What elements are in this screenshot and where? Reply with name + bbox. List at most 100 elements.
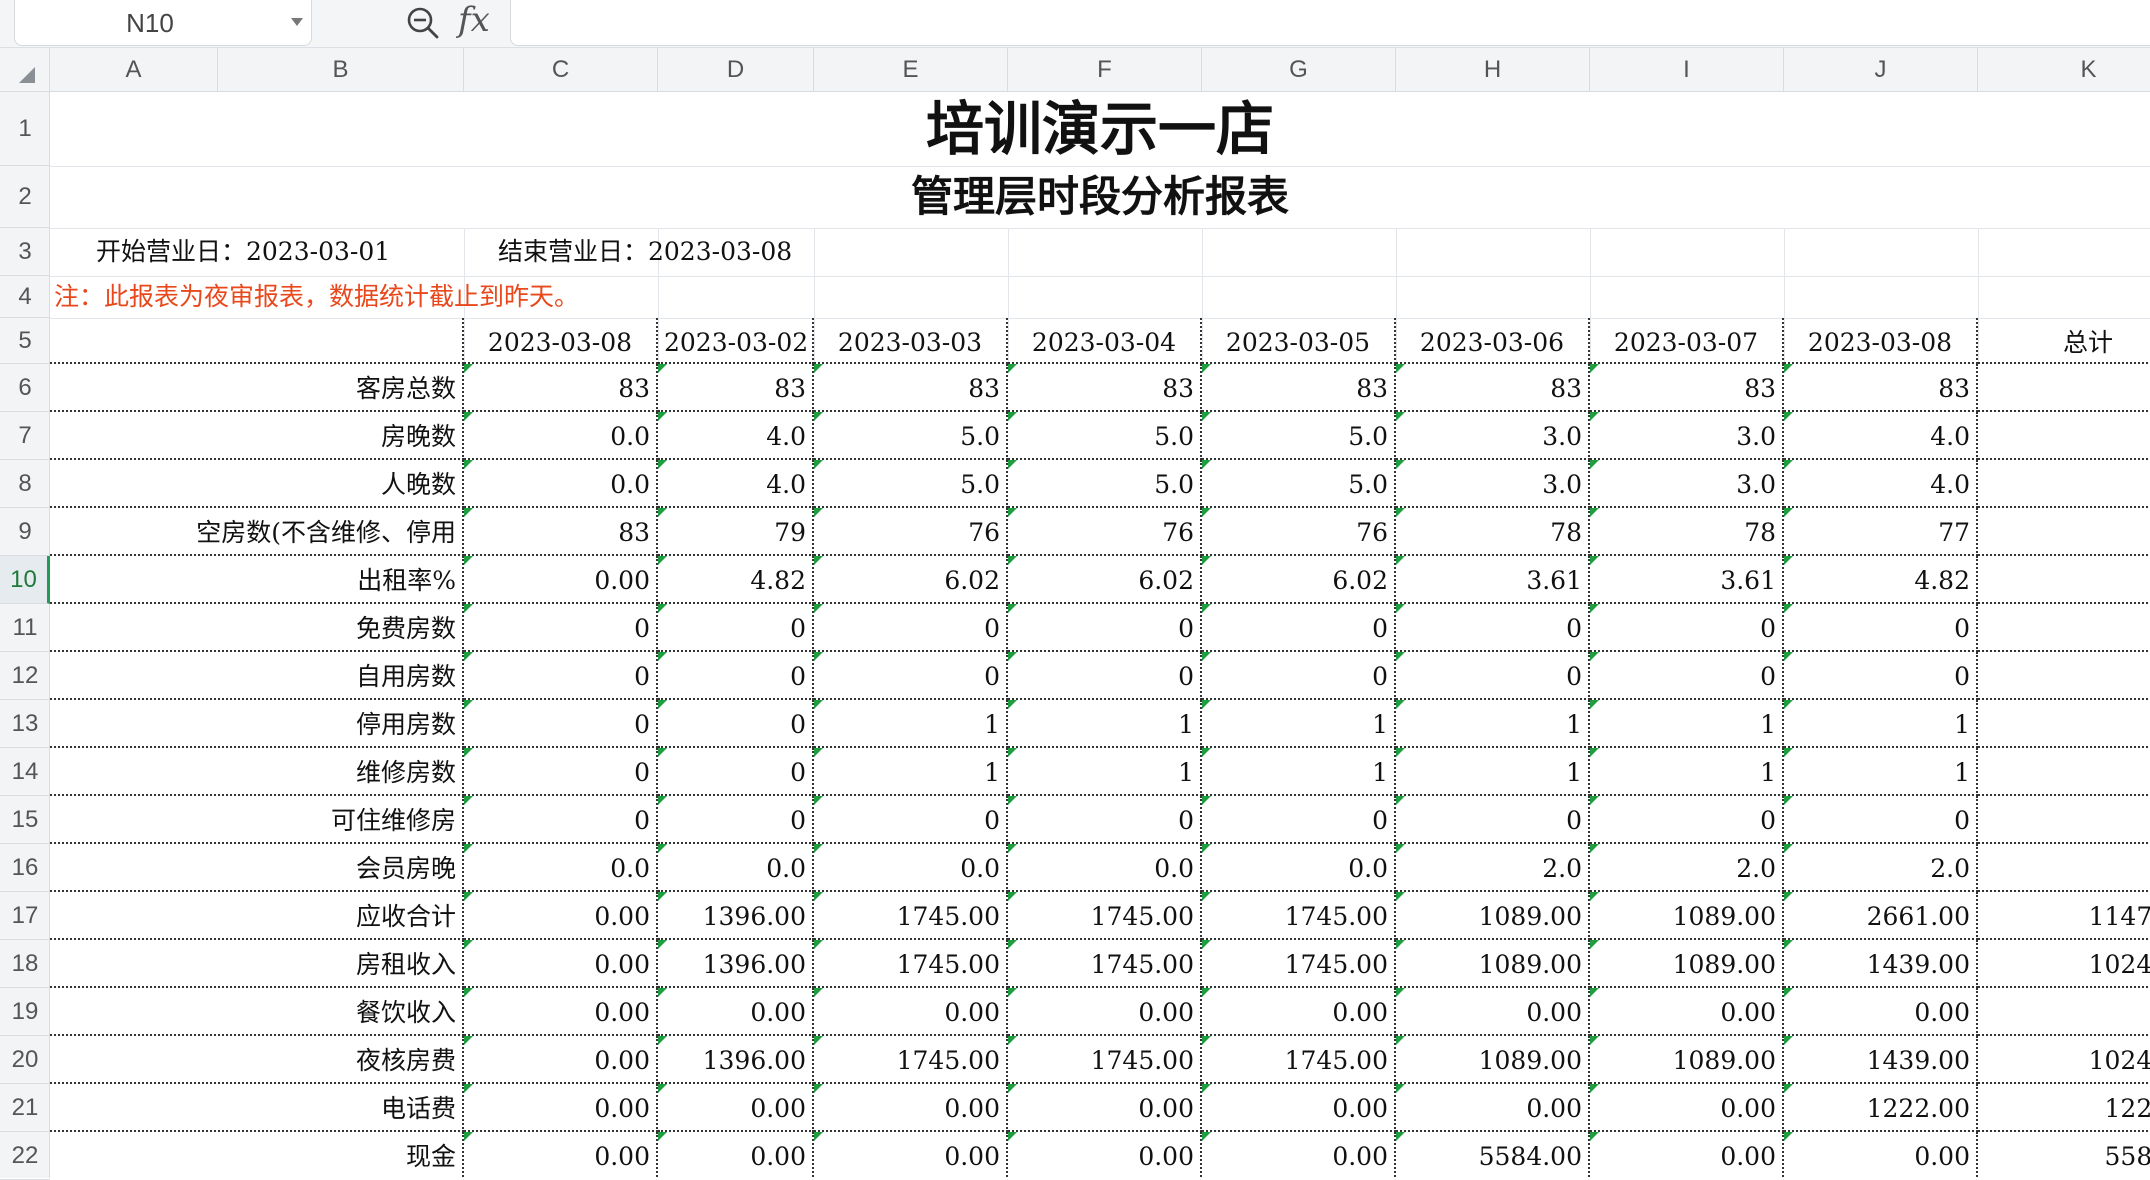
data-cell[interactable]: 0.00 (464, 556, 658, 604)
column-header-i[interactable]: I (1590, 48, 1784, 92)
row-header-1[interactable]: 1 (0, 92, 50, 166)
date-header-cell[interactable]: 2023-03-08 (1784, 318, 1978, 364)
data-cell[interactable]: 0 (464, 604, 658, 652)
row-header-21[interactable]: 21 (0, 1084, 50, 1132)
data-cell[interactable]: 1 (1008, 700, 1202, 748)
data-cell[interactable]: 0 (814, 604, 1008, 652)
data-cell[interactable]: 0 (1396, 796, 1590, 844)
column-header-d[interactable]: D (658, 48, 814, 92)
header-corner-cell[interactable] (50, 318, 464, 364)
data-cell[interactable] (1978, 796, 2150, 844)
formula-input[interactable] (510, 0, 2150, 46)
data-cell[interactable]: 0 (1396, 652, 1590, 700)
row-label-cell[interactable]: 可住维修房 (50, 796, 464, 844)
row-header-22[interactable]: 22 (0, 1132, 50, 1180)
data-cell[interactable]: 0 (464, 796, 658, 844)
data-cell[interactable]: 0 (814, 652, 1008, 700)
data-cell[interactable]: 1 (814, 700, 1008, 748)
data-cell[interactable]: 0 (1008, 652, 1202, 700)
data-cell[interactable]: 6.02 (1008, 556, 1202, 604)
row-label-cell[interactable]: 应收合计 (50, 892, 464, 940)
data-cell[interactable]: 0 (1590, 652, 1784, 700)
data-cell[interactable]: 10248.0 (1978, 1036, 2150, 1084)
row-label-cell[interactable]: 房租收入 (50, 940, 464, 988)
row-header-16[interactable]: 16 (0, 844, 50, 892)
data-cell[interactable]: 1 (1590, 700, 1784, 748)
row-header-9[interactable]: 9 (0, 508, 50, 556)
column-header-c[interactable]: C (464, 48, 658, 92)
data-cell[interactable]: 5584.0 (1978, 1132, 2150, 1178)
data-cell[interactable]: 0.00 (1590, 988, 1784, 1036)
data-cell[interactable]: 2.0 (1784, 844, 1978, 892)
data-cell[interactable]: 1745.00 (1008, 940, 1202, 988)
data-cell[interactable]: 0 (1008, 796, 1202, 844)
data-cell[interactable]: 77 (1784, 508, 1978, 556)
date-header-cell[interactable]: 2023-03-08 (464, 318, 658, 364)
data-cell[interactable]: 10248.0 (1978, 940, 2150, 988)
data-cell[interactable]: 1396.00 (658, 892, 814, 940)
data-cell[interactable]: 76 (1008, 508, 1202, 556)
row-label-cell[interactable]: 现金 (50, 1132, 464, 1178)
column-header-a[interactable]: A (50, 48, 218, 92)
data-cell[interactable]: 0.0 (1202, 844, 1396, 892)
data-cell[interactable]: 0 (658, 652, 814, 700)
column-header-e[interactable]: E (814, 48, 1008, 92)
data-cell[interactable]: 1222.00 (1784, 1084, 1978, 1132)
data-cell[interactable]: 0.00 (1008, 1132, 1202, 1178)
data-cell[interactable]: 5.0 (1202, 460, 1396, 508)
data-cell[interactable]: 6.02 (814, 556, 1008, 604)
data-cell[interactable]: 29. (1978, 412, 2150, 460)
row-label-cell[interactable]: 夜核房费 (50, 1036, 464, 1084)
row-header-19[interactable]: 19 (0, 988, 50, 1036)
data-cell[interactable]: 78 (1590, 508, 1784, 556)
spreadsheet-grid[interactable]: 培训演示一店 管理层时段分析报表 开始营业日：2023-03-01 结束营业日：… (50, 92, 2150, 1178)
select-all-button[interactable] (0, 48, 50, 92)
data-cell[interactable]: 83 (1590, 364, 1784, 412)
date-header-cell[interactable]: 2023-03-07 (1590, 318, 1784, 364)
data-cell[interactable]: 0 (464, 748, 658, 796)
data-cell[interactable]: 1745.00 (814, 892, 1008, 940)
data-cell[interactable]: 2.0 (1396, 844, 1590, 892)
row-header-4[interactable]: 4 (0, 276, 50, 318)
column-header-j[interactable]: J (1784, 48, 1978, 92)
data-cell[interactable] (1978, 604, 2150, 652)
data-cell[interactable]: 0 (658, 700, 814, 748)
data-cell[interactable]: 1439.00 (1784, 1036, 1978, 1084)
data-cell[interactable]: 5584.00 (1396, 1132, 1590, 1178)
row-header-6[interactable]: 6 (0, 364, 50, 412)
data-cell[interactable]: 1745.00 (1202, 1036, 1396, 1084)
data-cell[interactable]: 0 (464, 652, 658, 700)
date-header-cell[interactable]: 2023-03-06 (1396, 318, 1590, 364)
data-cell[interactable]: 0 (1590, 604, 1784, 652)
data-cell[interactable]: 4.0 (658, 412, 814, 460)
data-cell[interactable]: 1 (1008, 748, 1202, 796)
data-cell[interactable]: 5.0 (814, 460, 1008, 508)
data-cell[interactable]: 1745.00 (814, 940, 1008, 988)
data-cell[interactable]: 0 (464, 700, 658, 748)
data-cell[interactable]: 0 (1784, 796, 1978, 844)
data-cell[interactable]: 0.0 (658, 844, 814, 892)
data-cell[interactable]: 0 (1008, 604, 1202, 652)
column-header-b[interactable]: B (218, 48, 464, 92)
data-cell[interactable]: 0 (658, 796, 814, 844)
column-header-f[interactable]: F (1008, 48, 1202, 92)
data-cell[interactable]: 0 (1202, 652, 1396, 700)
data-cell[interactable]: 0.0 (1008, 844, 1202, 892)
data-cell[interactable]: 0.00 (658, 1132, 814, 1178)
row-label-cell[interactable]: 房晚数 (50, 412, 464, 460)
data-cell[interactable]: 1396.00 (658, 940, 814, 988)
row-header-20[interactable]: 20 (0, 1036, 50, 1084)
data-cell[interactable]: 0.00 (1202, 1132, 1396, 1178)
data-cell[interactable]: 3.61 (1396, 556, 1590, 604)
data-cell[interactable]: 1 (1202, 700, 1396, 748)
row-header-8[interactable]: 8 (0, 460, 50, 508)
data-cell[interactable]: 5.0 (1008, 460, 1202, 508)
data-cell[interactable]: 3.0 (1590, 460, 1784, 508)
row-header-3[interactable]: 3 (0, 228, 50, 276)
data-cell[interactable]: 0 (1202, 796, 1396, 844)
data-cell[interactable]: 6. (1978, 844, 2150, 892)
data-cell[interactable]: 83 (1396, 364, 1590, 412)
data-cell[interactable]: 4.0 (658, 460, 814, 508)
data-cell[interactable]: 1222.0 (1978, 1084, 2150, 1132)
data-cell[interactable]: 0 (814, 796, 1008, 844)
